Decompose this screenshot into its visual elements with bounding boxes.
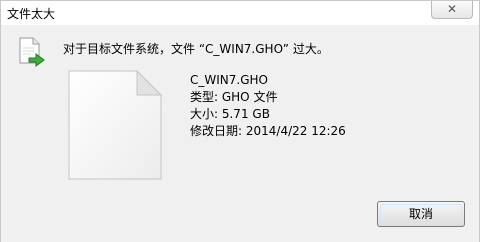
- file-modified-date: 修改日期: 2014/4/22 12:26: [190, 124, 346, 138]
- close-icon: ✕: [446, 2, 458, 16]
- error-message: 对于目标文件系统，文件 “C_WIN7.GHO” 过大。: [63, 42, 329, 56]
- file-too-large-dialog: 文件太大 ✕ 对于目标文件系统，文件 “C_WIN7.GHO” 过大。 C_WI…: [0, 0, 480, 242]
- cancel-button[interactable]: 取消: [377, 201, 465, 227]
- cancel-button-label: 取消: [408, 207, 433, 221]
- dialog-title: 文件太大: [7, 7, 56, 21]
- file-copy-arrow-icon: [19, 37, 45, 67]
- file-type: 类型: GHO 文件: [190, 90, 278, 104]
- file-size: 大小: 5.71 GB: [190, 107, 270, 121]
- file-name: C_WIN7.GHO: [190, 73, 268, 87]
- file-info: C_WIN7.GHO 类型: GHO 文件 大小: 5.71 GB 修改日期: …: [190, 72, 346, 140]
- title-bar: 文件太大 ✕: [1, 1, 479, 25]
- blank-document-icon: [68, 69, 163, 180]
- close-button[interactable]: ✕: [431, 1, 473, 19]
